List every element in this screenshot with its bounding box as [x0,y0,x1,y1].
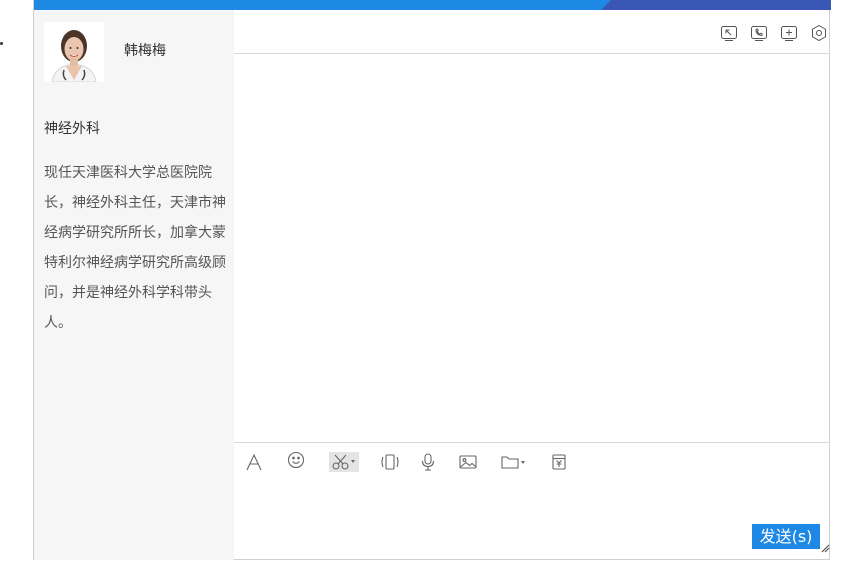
doctor-department: 神经外科 [44,121,100,137]
chat-window: 韩梅梅 神经外科 现任天津医科大学总医院院长，神经外科主任，天津市神经病学研究所… [33,0,831,560]
chat-header [234,10,830,54]
message-area[interactable] [234,54,830,442]
add-icon[interactable] [780,24,798,42]
phone-icon[interactable] [750,24,768,42]
screenshot-icon[interactable] [329,452,359,472]
send-button[interactable]: 发送(s) [752,524,820,549]
folder-icon[interactable] [500,452,530,472]
fullscreen-icon[interactable] [720,24,738,42]
resize-grip-icon[interactable] [820,538,830,553]
page-marker-dot [0,42,3,45]
shake-icon[interactable] [379,452,401,472]
chat-panel: 发送(s) [234,10,830,560]
voice-icon[interactable] [420,452,436,472]
emoji-icon[interactable] [286,450,306,470]
doctor-bio: 现任天津医科大学总医院院长，神经外科主任，天津市神经病学研究所所长，加拿大蒙特利… [44,165,226,331]
gift-icon[interactable] [550,452,568,472]
font-icon[interactable] [244,452,264,472]
doctor-avatar [44,22,104,82]
window-top-bar [34,0,831,10]
doctor-name: 韩梅梅 [124,43,166,59]
image-icon[interactable] [458,452,478,472]
input-toolbar [234,442,830,481]
settings-icon[interactable] [810,24,828,42]
doctor-profile-panel: 韩梅梅 神经外科 现任天津医科大学总医院院长，神经外科主任，天津市神经病学研究所… [34,10,234,560]
